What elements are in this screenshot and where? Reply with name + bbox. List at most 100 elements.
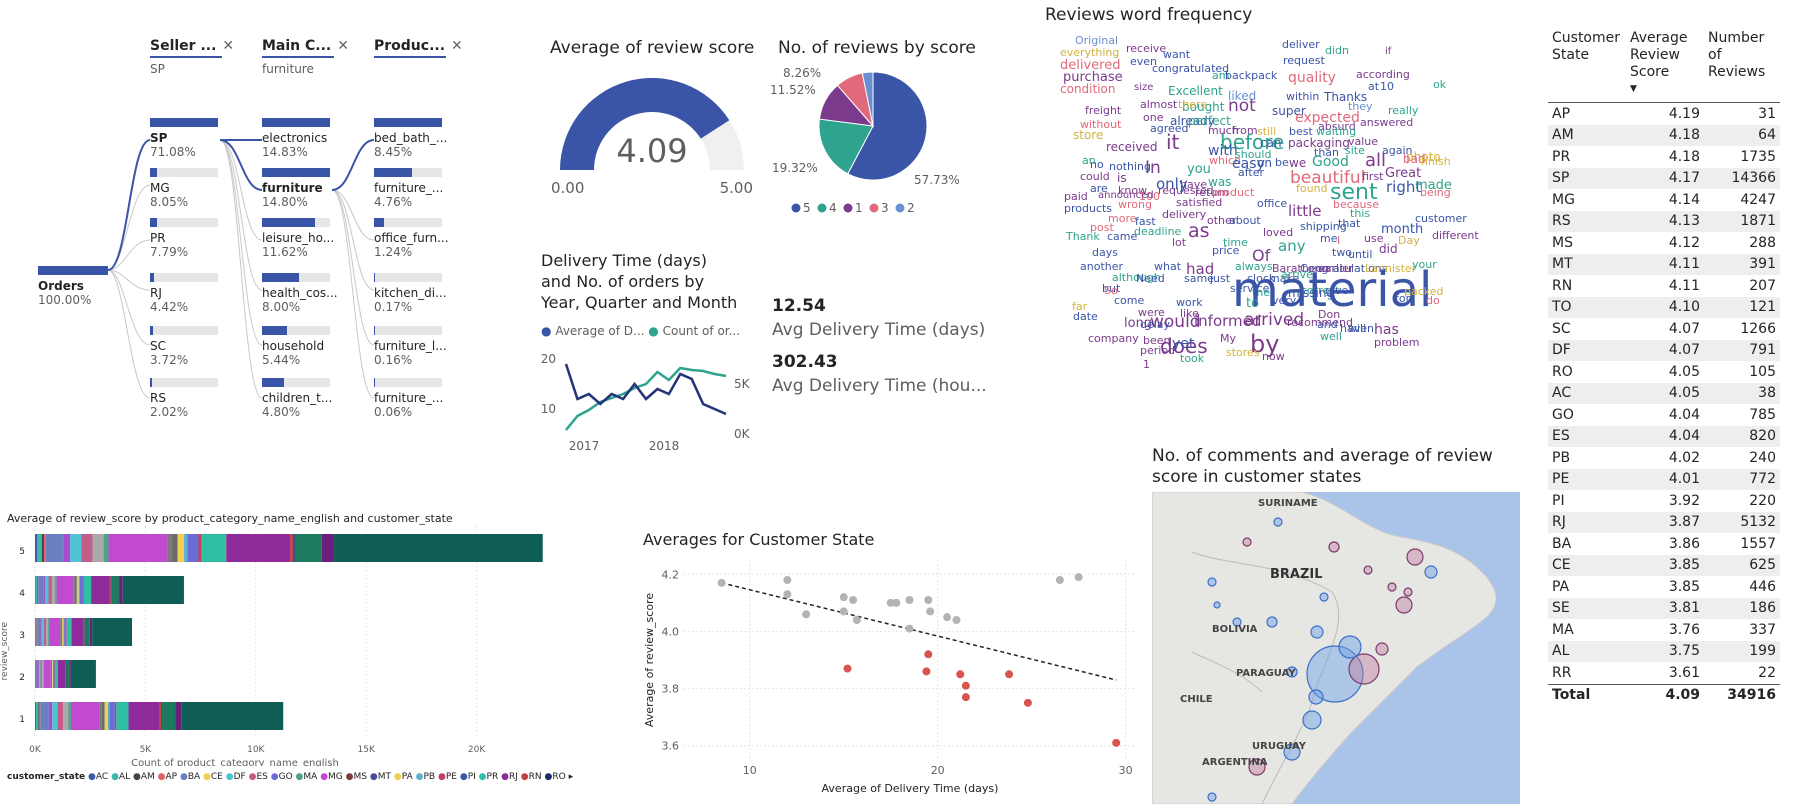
scatter-point[interactable]: [961, 681, 970, 690]
bar-segment[interactable]: [56, 576, 74, 604]
bar-segment[interactable]: [101, 702, 105, 730]
state-bubble-ma[interactable]: [1363, 565, 1373, 575]
bar-segment[interactable]: [61, 618, 63, 646]
bar-segment[interactable]: [63, 702, 69, 730]
bar-segment[interactable]: [177, 534, 185, 562]
bar-segment[interactable]: [71, 618, 84, 646]
state-bubble-rn[interactable]: [1207, 792, 1217, 802]
state-bubble-es[interactable]: [1375, 642, 1389, 656]
tree-node[interactable]: furniture_... 0.06%: [374, 378, 443, 419]
bar-segment[interactable]: [159, 702, 162, 730]
col-header-avg[interactable]: Average Review Score ▼: [1626, 28, 1704, 103]
tree-node[interactable]: SP 71.08%: [150, 118, 218, 159]
bar-segment[interactable]: [128, 702, 160, 730]
bar-segment[interactable]: [70, 534, 82, 562]
bar-segment[interactable]: [114, 702, 117, 730]
table-row[interactable]: CE 3.85 625: [1548, 554, 1780, 576]
legend-item[interactable]: ●AL: [111, 772, 130, 782]
scatter-point[interactable]: [783, 590, 792, 599]
table-row[interactable]: AM 4.18 64: [1548, 124, 1780, 146]
bar-segment[interactable]: [83, 576, 92, 604]
scatter-point[interactable]: [1055, 576, 1064, 584]
bar-segment[interactable]: [201, 534, 227, 562]
bar-segment[interactable]: [99, 702, 102, 730]
tree-node[interactable]: electronics 14.83%: [262, 118, 330, 159]
bar-segment[interactable]: [41, 660, 44, 688]
bar-segment[interactable]: [45, 576, 49, 604]
bar-segment[interactable]: [187, 534, 199, 562]
table-row[interactable]: MG 4.14 4247: [1548, 189, 1780, 211]
state-bubble-ce[interactable]: [1406, 548, 1424, 566]
bar-segment[interactable]: [37, 618, 41, 646]
bar-segment[interactable]: [69, 660, 71, 688]
table-row[interactable]: MA 3.76 337: [1548, 619, 1780, 641]
scatter-point[interactable]: [717, 578, 726, 587]
legend-item[interactable]: ●GO: [271, 772, 293, 782]
scatter-point[interactable]: [924, 650, 933, 659]
bar-segment[interactable]: [184, 534, 188, 562]
legend-item[interactable]: ●CE: [203, 772, 223, 782]
bar-segment[interactable]: [103, 534, 109, 562]
bar-segment[interactable]: [40, 618, 42, 646]
state-bubble-mt[interactable]: [1266, 616, 1278, 628]
state-bubble-pa[interactable]: [1328, 541, 1340, 553]
bar-segment[interactable]: [104, 702, 108, 730]
bar-segment[interactable]: [43, 618, 47, 646]
bar-segment[interactable]: [75, 576, 77, 604]
legend-item[interactable]: ●MS: [346, 772, 367, 782]
bar-segment[interactable]: [35, 702, 36, 730]
table-row[interactable]: DF 4.07 791: [1548, 339, 1780, 361]
bar-segment[interactable]: [53, 660, 55, 688]
bar-segment[interactable]: [60, 618, 62, 646]
bar-segment[interactable]: [63, 534, 71, 562]
tree-node[interactable]: RS 2.02%: [150, 378, 218, 419]
scatter-point[interactable]: [952, 616, 961, 624]
legend-item[interactable]: ●RJ: [501, 772, 518, 782]
scatter-point[interactable]: [783, 576, 792, 584]
table-row[interactable]: PR 4.18 1735: [1548, 146, 1780, 168]
state-bubble-pr[interactable]: [1308, 689, 1324, 705]
bar-segment[interactable]: [66, 618, 72, 646]
table-row[interactable]: PB 4.02 240: [1548, 447, 1780, 469]
legend-item[interactable]: ●RN: [521, 772, 542, 782]
tree-node[interactable]: bed_bath_... 8.45%: [374, 118, 447, 159]
scatter-point[interactable]: [839, 593, 848, 602]
legend-item[interactable]: ●PA: [394, 772, 413, 782]
state-bubble-rr[interactable]: [1242, 537, 1252, 547]
tree-node[interactable]: MG 8.05%: [150, 168, 218, 209]
table-row[interactable]: RO 4.05 105: [1548, 361, 1780, 383]
state-bubble-rj[interactable]: [1348, 653, 1380, 685]
state-bubble-ap[interactable]: [1273, 517, 1283, 527]
table-row[interactable]: SE 3.81 186: [1548, 597, 1780, 619]
bar-segment[interactable]: [35, 618, 37, 646]
bar-segment[interactable]: [79, 576, 83, 604]
bar-segment[interactable]: [52, 660, 53, 688]
bar-segment[interactable]: [43, 660, 44, 688]
bar-segment[interactable]: [39, 702, 41, 730]
bar-segment[interactable]: [38, 702, 40, 730]
legend-item[interactable]: ●PB: [416, 772, 435, 782]
bar-segment[interactable]: [181, 702, 284, 730]
bar-segment[interactable]: [52, 702, 58, 730]
tree-root-node[interactable]: Orders 100.00%: [38, 266, 108, 307]
bar-segment[interactable]: [293, 534, 295, 562]
sort-desc-icon[interactable]: ▼: [1630, 81, 1700, 98]
bar-segment[interactable]: [36, 660, 39, 688]
bar-segment[interactable]: [35, 702, 39, 730]
col-header-state[interactable]: Customer State: [1548, 28, 1626, 103]
bar-segment[interactable]: [76, 576, 79, 604]
scatter-point[interactable]: [956, 670, 965, 679]
scatter-point[interactable]: [905, 624, 914, 633]
table-row[interactable]: PE 4.01 772: [1548, 468, 1780, 490]
bar-segment[interactable]: [294, 534, 322, 562]
tree-node[interactable]: kitchen_di... 0.17%: [374, 273, 447, 314]
table-row[interactable]: SP 4.17 14366: [1548, 167, 1780, 189]
state-bubble-pe[interactable]: [1424, 565, 1438, 579]
table-row[interactable]: ES 4.04 820: [1548, 425, 1780, 447]
table-row[interactable]: RS 4.13 1871: [1548, 210, 1780, 232]
legend-item[interactable]: ●PI: [460, 772, 476, 782]
bar-segment[interactable]: [89, 618, 93, 646]
bar-segment[interactable]: [38, 576, 44, 604]
table-row[interactable]: BA 3.86 1557: [1548, 533, 1780, 555]
legend-item[interactable]: ●AC: [88, 772, 108, 782]
